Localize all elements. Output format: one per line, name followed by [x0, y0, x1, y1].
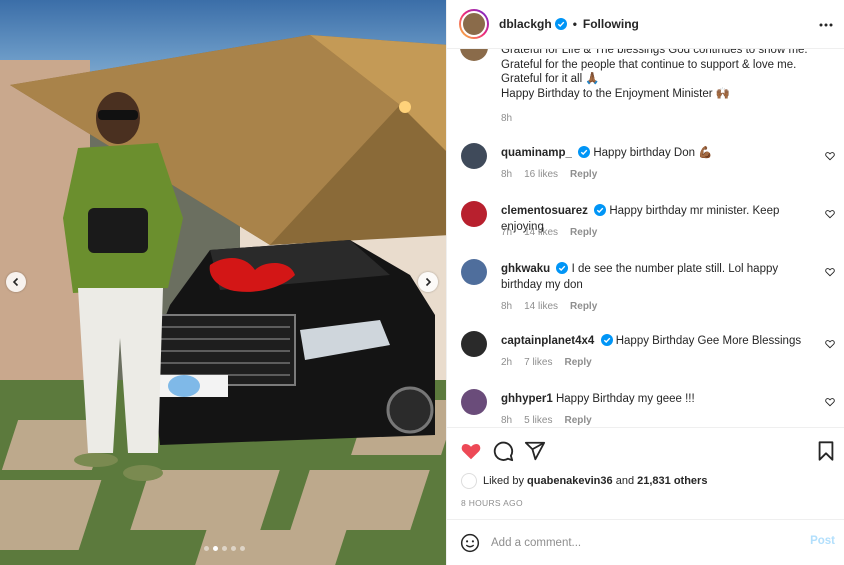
comment-text: captainplanet4x4 Happy Birthday Gee More… [501, 333, 811, 349]
post-actions [447, 427, 844, 471]
comment-time[interactable]: 8h [501, 301, 512, 312]
post-caption: Grateful for Life & The blessings God co… [501, 49, 831, 101]
comment-likes[interactable]: 7 likes [524, 357, 552, 368]
author-avatar[interactable] [459, 9, 489, 39]
likes-summary: Liked by quabenakevin36 and 21,831 other… [461, 473, 707, 489]
bookmark-icon[interactable] [815, 440, 837, 462]
heart-icon[interactable] [825, 151, 835, 161]
heart-icon[interactable] [460, 440, 482, 462]
post-photo[interactable] [0, 0, 446, 565]
more-options-icon[interactable] [819, 18, 833, 32]
verified-badge-icon [600, 334, 613, 346]
likes-count[interactable]: 21,831 others [637, 475, 707, 487]
comment-time[interactable]: 7h [501, 227, 512, 238]
comment-input[interactable] [491, 532, 791, 554]
heart-icon[interactable] [825, 339, 835, 349]
caption-avatar[interactable] [460, 49, 488, 61]
carousel-dot [204, 546, 209, 551]
chevron-left-icon [12, 277, 19, 287]
photo-person [63, 92, 183, 481]
commenter-avatar[interactable] [461, 259, 487, 285]
comment-time[interactable]: 8h [501, 169, 512, 180]
comment-time[interactable]: 8h [501, 415, 512, 426]
share-icon[interactable] [524, 440, 546, 462]
comment-time[interactable]: 2h [501, 357, 512, 368]
post-details-panel: dblackgh • Following Grateful for Life &… [446, 0, 844, 565]
post-header: dblackgh • Following [447, 0, 844, 49]
caption-line: Happy Birthday to the Enjoyment Minister… [501, 87, 731, 100]
commenter-avatar[interactable] [461, 201, 487, 227]
comment-likes[interactable]: 16 likes [524, 169, 558, 180]
heart-icon[interactable] [825, 267, 835, 277]
comments-list[interactable]: Grateful for Life & The blessings God co… [447, 49, 844, 427]
caption-line: Grateful for it all 🙏🏾 [501, 73, 600, 85]
verified-badge-icon [594, 204, 607, 216]
likes-and: and [615, 475, 635, 487]
post-comment-button[interactable]: Post [810, 535, 835, 547]
comment-likes[interactable]: 14 likes [524, 301, 558, 312]
comment-meta: 8h 5 likes Reply [501, 415, 592, 426]
reply-button[interactable]: Reply [564, 415, 591, 426]
carousel-dot-active [213, 546, 218, 551]
chevron-right-icon [425, 277, 432, 287]
comment-meta: 8h 14 likes Reply [501, 301, 597, 312]
reply-button[interactable]: Reply [570, 227, 597, 238]
carousel-dot [222, 546, 227, 551]
commenter-username[interactable]: ghhyper1 [501, 393, 553, 405]
commenter-avatar[interactable] [461, 143, 487, 169]
comment-text: ghhyper1 Happy Birthday my geee !!! [501, 391, 811, 407]
caption-line: Grateful for the people that continue to… [501, 58, 797, 71]
carousel-prev-button[interactable] [6, 272, 26, 292]
commenter-username[interactable]: ghkwaku [501, 263, 550, 275]
verified-badge-icon [556, 262, 569, 274]
comment-icon[interactable] [492, 440, 514, 462]
following-button[interactable]: Following [583, 17, 639, 31]
heart-icon[interactable] [825, 397, 835, 407]
author-username[interactable]: dblackgh [499, 17, 552, 31]
reply-button[interactable]: Reply [564, 357, 591, 368]
comment-body: Happy birthday Don 💪🏾 [593, 147, 713, 159]
comment-meta: 2h 7 likes Reply [501, 357, 592, 368]
reply-button[interactable]: Reply [570, 301, 597, 312]
caption-line: Grateful for Life & The blessings God co… [501, 49, 808, 56]
verified-badge-icon [554, 18, 567, 30]
comment-likes[interactable]: 5 likes [524, 415, 552, 426]
comment-meta: 8h 16 likes Reply [501, 169, 597, 180]
reply-button[interactable]: Reply [570, 169, 597, 180]
comment-text: ghkwaku I de see the number plate still.… [501, 261, 811, 293]
liker-username[interactable]: quabenakevin36 [527, 475, 613, 487]
commenter-avatar[interactable] [461, 331, 487, 357]
carousel-dot [231, 546, 236, 551]
emoji-icon[interactable] [460, 533, 480, 553]
commenter-username[interactable]: clementosuarez [501, 205, 588, 217]
liker-avatar[interactable] [461, 473, 477, 489]
likes-prefix: Liked by [483, 475, 524, 487]
heart-icon[interactable] [825, 209, 835, 219]
carousel-dot [240, 546, 245, 551]
commenter-avatar[interactable] [461, 389, 487, 415]
header-separator: • [572, 17, 577, 31]
caption-timestamp[interactable]: 8h [501, 113, 512, 124]
verified-badge-icon [578, 146, 591, 158]
commenter-username[interactable]: captainplanet4x4 [501, 335, 594, 347]
comment-text: quaminamp_ Happy birthday Don 💪🏾 [501, 145, 811, 161]
comment-body: Happy Birthday my geee !!! [555, 393, 695, 405]
paving-tile [290, 470, 430, 530]
comment-likes[interactable]: 14 likes [524, 227, 558, 238]
carousel-indicator [204, 546, 245, 551]
comment-body: Happy Birthday Gee More Blessings [615, 335, 802, 347]
comment-meta: 7h 14 likes Reply [501, 227, 597, 238]
post-timestamp[interactable]: 8 HOURS AGO [461, 498, 523, 508]
commenter-username[interactable]: quaminamp_ [501, 147, 572, 159]
add-comment-bar: Post [447, 519, 844, 565]
carousel-next-button[interactable] [418, 272, 438, 292]
